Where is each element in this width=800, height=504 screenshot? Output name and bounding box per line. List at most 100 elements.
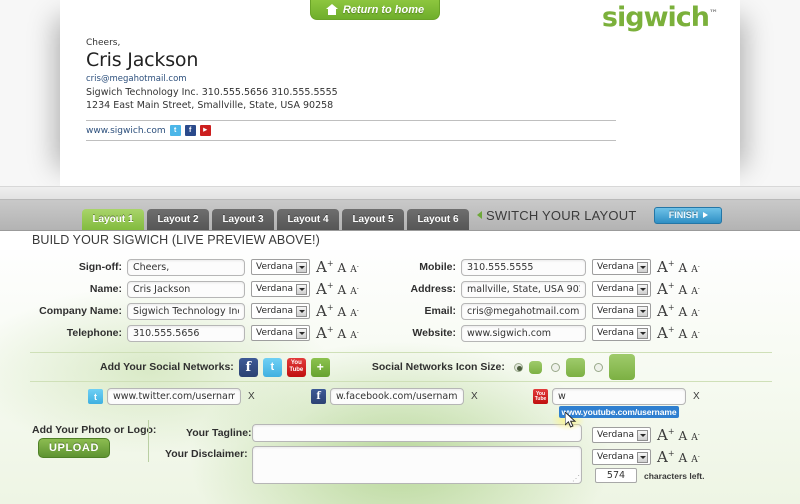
- finish-button[interactable]: FINISH: [654, 206, 723, 224]
- arrow-right-icon: [703, 212, 709, 218]
- icon-size-radio-medium[interactable]: [550, 362, 560, 372]
- font-size-increase-button[interactable]: A+: [316, 302, 334, 320]
- font-select-name[interactable]: Verdana: [251, 281, 310, 297]
- tab-layout-6[interactable]: Layout 6: [407, 209, 469, 230]
- facebook-icon: f: [311, 389, 326, 404]
- icon-size-swatch-large[interactable]: [608, 354, 635, 380]
- facebook-icon[interactable]: f: [184, 125, 196, 136]
- font-size-increase-button[interactable]: A+: [316, 280, 334, 298]
- input-telephone[interactable]: [127, 324, 245, 342]
- font-select-signoff[interactable]: Verdana: [251, 259, 310, 275]
- disclaimer-label: Your Disclaimer:: [165, 448, 248, 460]
- youtube-icon[interactable]: You Tube: [286, 357, 306, 377]
- font-size-decrease-button[interactable]: A-: [691, 307, 700, 319]
- remove-twitter-button[interactable]: X: [245, 391, 258, 402]
- remove-youtube-button[interactable]: X: [690, 391, 703, 402]
- font-size-controls-name: A+ A A-: [316, 280, 359, 298]
- add-social-networks-label: Add Your Social Networks:: [100, 361, 234, 373]
- chevron-down-icon: [296, 306, 307, 317]
- font-size-increase-button[interactable]: A+: [316, 324, 334, 342]
- font-size-decrease-button[interactable]: A-: [350, 307, 359, 319]
- font-size-normal-button[interactable]: A: [679, 451, 688, 465]
- font-size-decrease-button[interactable]: A-: [350, 285, 359, 297]
- font-size-normal-button[interactable]: A: [338, 327, 347, 341]
- font-select-disclaimer[interactable]: Verdana: [592, 449, 651, 465]
- input-company-name[interactable]: [127, 302, 245, 320]
- font-select-address[interactable]: Verdana: [592, 281, 651, 297]
- input-website[interactable]: [461, 324, 586, 342]
- field-row-mobile: Mobile: Verdana A+ A A-: [398, 256, 700, 278]
- input-mobile[interactable]: [461, 258, 586, 276]
- chevron-down-icon: [637, 430, 648, 441]
- font-size-increase-button[interactable]: A+: [657, 448, 675, 466]
- font-select-website[interactable]: Verdana: [592, 325, 651, 341]
- font-size-increase-button[interactable]: A+: [657, 258, 675, 276]
- font-size-decrease-button[interactable]: A-: [350, 329, 359, 341]
- font-size-increase-button[interactable]: A+: [657, 302, 675, 320]
- input-name[interactable]: [127, 280, 245, 298]
- font-select-company[interactable]: Verdana: [251, 303, 310, 319]
- input-youtube-url[interactable]: [552, 388, 686, 405]
- icon-size-swatch-small[interactable]: [528, 360, 542, 374]
- input-tagline[interactable]: [252, 424, 582, 442]
- font-size-normal-button[interactable]: A: [679, 261, 688, 275]
- remove-facebook-button[interactable]: X: [468, 391, 481, 402]
- chevron-down-icon: [637, 328, 648, 339]
- icon-size-radio-large[interactable]: [593, 362, 603, 372]
- sigwich-logo: sigwich™: [602, 2, 718, 33]
- font-select-tagline[interactable]: Verdana: [592, 427, 651, 443]
- font-size-decrease-button[interactable]: A-: [691, 329, 700, 341]
- font-select-mobile[interactable]: Verdana: [592, 259, 651, 275]
- font-size-decrease-button[interactable]: A-: [691, 431, 700, 443]
- input-disclaimer[interactable]: [252, 446, 582, 484]
- font-size-increase-button[interactable]: A+: [316, 258, 334, 276]
- font-row-tagline: Verdana A+ A A-: [592, 424, 700, 446]
- upload-button[interactable]: UPLOAD: [38, 438, 110, 458]
- icon-size-radio-small[interactable]: [513, 362, 523, 372]
- return-to-home-button[interactable]: Return to home: [310, 0, 440, 20]
- label-company-name: Company Name:: [39, 305, 122, 317]
- font-size-decrease-button[interactable]: A-: [691, 453, 700, 465]
- social-url-facebook: f X: [311, 388, 481, 405]
- input-address[interactable]: [461, 280, 586, 298]
- font-select-telephone[interactable]: Verdana: [251, 325, 310, 341]
- signature-website-link[interactable]: www.sigwich.com: [86, 126, 166, 136]
- twitter-icon[interactable]: t: [262, 357, 282, 377]
- font-size-normal-button[interactable]: A: [679, 327, 688, 341]
- tab-layout-3[interactable]: Layout 3: [212, 209, 274, 230]
- tab-layout-5[interactable]: Layout 5: [342, 209, 404, 230]
- vertical-divider: [148, 420, 149, 462]
- font-size-decrease-button[interactable]: A-: [691, 285, 700, 297]
- twitter-icon[interactable]: t: [169, 125, 181, 136]
- tab-layout-2[interactable]: Layout 2: [147, 209, 209, 230]
- font-size-normal-button[interactable]: A: [679, 429, 688, 443]
- font-size-decrease-button[interactable]: A-: [691, 263, 700, 275]
- font-size-increase-button[interactable]: A+: [657, 426, 675, 444]
- sigwich-logo-text: sigwich: [601, 2, 710, 33]
- tab-layout-1[interactable]: Layout 1: [82, 209, 144, 230]
- chevron-down-icon: [296, 262, 307, 273]
- upload-photo-label: Add Your Photo or Logo:: [32, 424, 157, 436]
- font-size-normal-button[interactable]: A: [338, 261, 347, 275]
- font-size-increase-button[interactable]: A+: [657, 324, 675, 342]
- home-icon: [325, 4, 338, 15]
- font-size-normal-button[interactable]: A: [338, 283, 347, 297]
- input-email[interactable]: [461, 302, 586, 320]
- tab-layout-4[interactable]: Layout 4: [277, 209, 339, 230]
- add-network-icon[interactable]: +: [310, 357, 330, 377]
- signature-address-line: 1234 East Main Street, Smallville, State…: [86, 100, 334, 111]
- input-signoff[interactable]: [127, 258, 245, 276]
- facebook-icon[interactable]: f: [238, 357, 258, 377]
- input-twitter-url[interactable]: [107, 388, 241, 405]
- font-size-normal-button[interactable]: A: [679, 283, 688, 297]
- icon-size-swatch-medium[interactable]: [565, 357, 585, 377]
- input-facebook-url[interactable]: [330, 388, 464, 405]
- font-size-normal-button[interactable]: A: [338, 305, 347, 319]
- font-select-email[interactable]: Verdana: [592, 303, 651, 319]
- font-size-normal-button[interactable]: A: [679, 305, 688, 319]
- resize-grip-icon[interactable]: ⋰: [572, 474, 580, 483]
- font-size-decrease-button[interactable]: A-: [350, 263, 359, 275]
- youtube-icon[interactable]: ▶: [199, 125, 211, 136]
- font-select-name-value: Verdana: [256, 284, 293, 294]
- font-size-increase-button[interactable]: A+: [657, 280, 675, 298]
